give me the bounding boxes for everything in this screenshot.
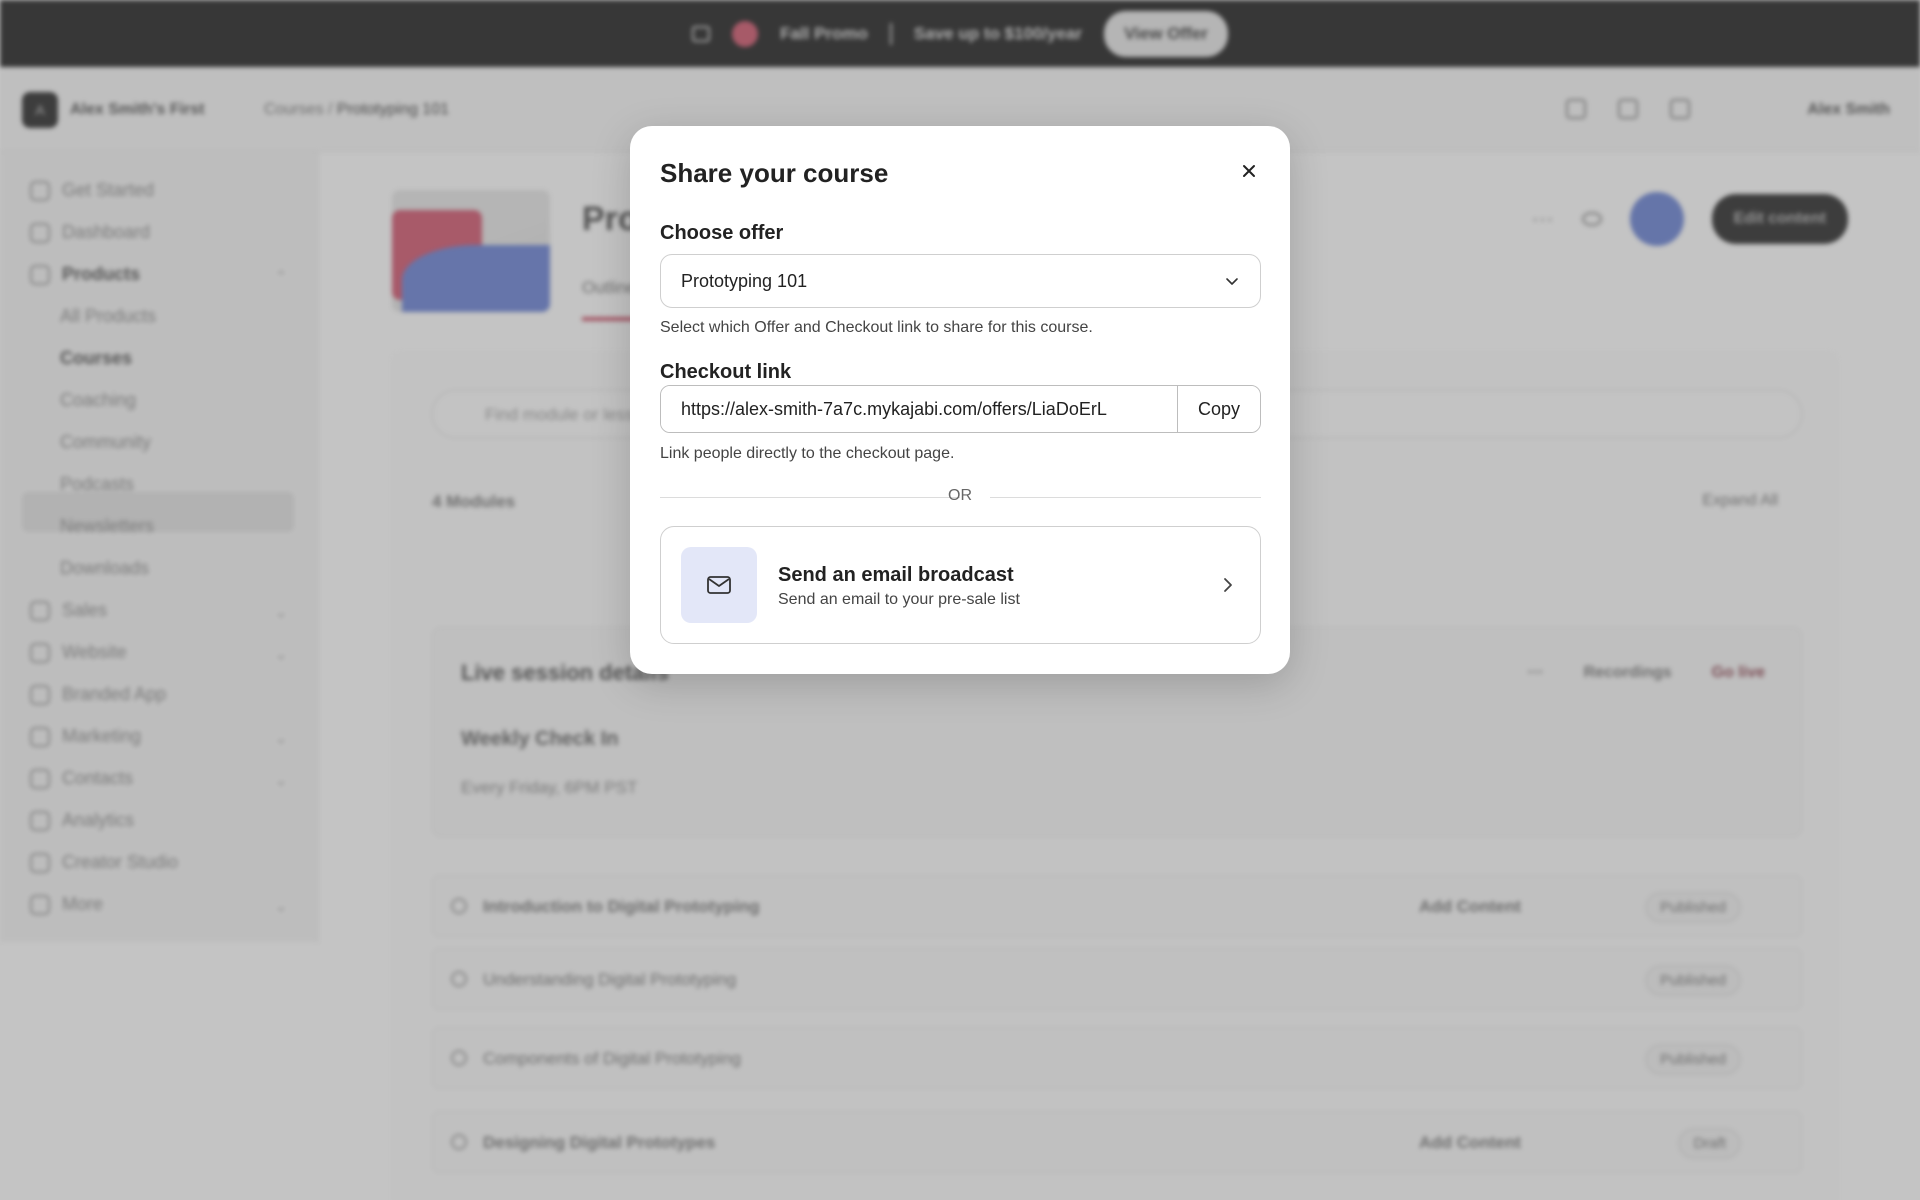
email-icon-tile xyxy=(681,547,757,623)
offer-select-value: Prototyping 101 xyxy=(681,271,808,291)
checkout-link-group: Copy xyxy=(660,385,1261,433)
choose-offer-label: Choose offer xyxy=(660,222,784,244)
modal-title: Share your course xyxy=(660,158,889,188)
close-button[interactable] xyxy=(1236,158,1262,184)
offer-select[interactable]: Prototyping 101 xyxy=(660,254,1261,308)
divider-right xyxy=(990,497,1261,498)
broadcast-subtitle: Send an email to your pre-sale list xyxy=(778,591,1020,608)
email-broadcast-option[interactable]: Send an email broadcast Send an email to… xyxy=(660,526,1261,644)
share-course-modal: Share your course Choose offer Prototypi… xyxy=(630,126,1290,674)
copy-button[interactable]: Copy xyxy=(1177,386,1260,432)
chevron-down-icon xyxy=(1226,278,1238,285)
chevron-right-icon xyxy=(1224,578,1232,592)
checkout-link-label: Checkout link xyxy=(660,361,792,383)
broadcast-title: Send an email broadcast xyxy=(778,564,1014,586)
offer-help-text: Select which Offer and Checkout link to … xyxy=(660,319,1093,336)
checkout-link-field[interactable] xyxy=(661,386,1177,432)
checkout-help-text: Link people directly to the checkout pag… xyxy=(660,445,955,462)
or-divider-text: OR xyxy=(948,487,972,504)
close-icon xyxy=(1243,165,1255,177)
envelope-icon xyxy=(707,576,731,594)
